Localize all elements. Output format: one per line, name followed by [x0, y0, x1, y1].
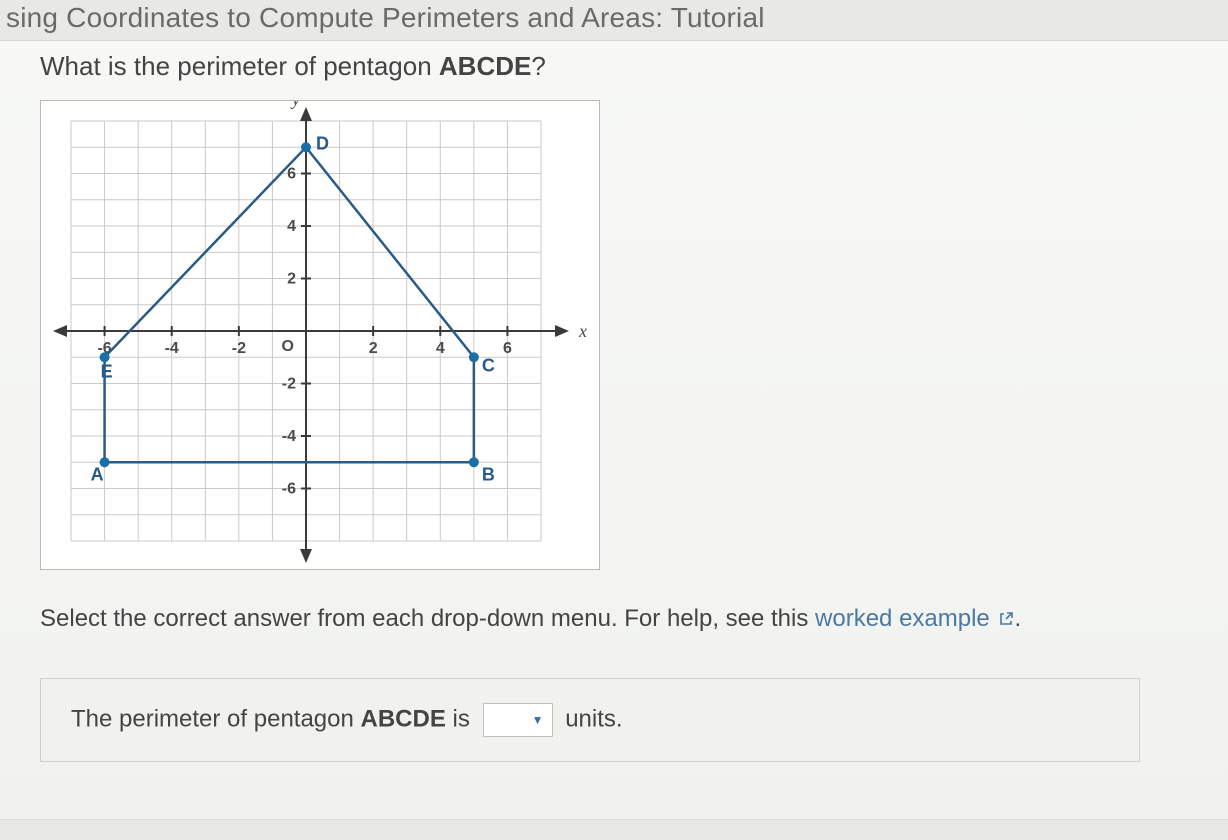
answer-shape: ABCDE	[361, 705, 446, 732]
coordinate-grid-chart: -6-4-2246-6-4-2246OxyABCDE	[40, 100, 600, 570]
svg-text:4: 4	[436, 340, 445, 357]
chevron-down-icon: ▼	[532, 713, 544, 727]
instruction-prefix: Select the correct answer from each drop…	[40, 605, 815, 632]
question-suffix: ?	[531, 51, 545, 81]
svg-text:-4: -4	[282, 428, 296, 445]
svg-text:4: 4	[287, 218, 296, 235]
svg-text:6: 6	[503, 340, 512, 357]
content-panel: What is the perimeter of pentagon ABCDE?…	[0, 40, 1228, 820]
question-shape: ABCDE	[439, 51, 531, 81]
svg-text:2: 2	[369, 340, 378, 357]
svg-text:6: 6	[287, 166, 296, 183]
question-prefix: What is the perimeter of pentagon	[40, 51, 439, 81]
svg-text:-2: -2	[232, 340, 246, 357]
answer-box: The perimeter of pentagon ABCDE is ▼ uni…	[40, 678, 1140, 762]
svg-text:x: x	[578, 321, 587, 341]
svg-text:-6: -6	[282, 481, 296, 498]
svg-text:C: C	[482, 355, 495, 375]
answer-units: units.	[565, 705, 622, 732]
svg-text:D: D	[316, 133, 329, 153]
worked-example-link[interactable]: worked example	[815, 605, 1014, 632]
instruction-trailing: .	[1014, 605, 1021, 632]
svg-text:A: A	[91, 464, 104, 484]
instruction-text: Select the correct answer from each drop…	[40, 601, 1208, 638]
answer-line: The perimeter of pentagon ABCDE is ▼ uni…	[71, 703, 1109, 737]
chart-svg: -6-4-2246-6-4-2246OxyABCDE	[41, 101, 601, 571]
question-text: What is the perimeter of pentagon ABCDE?	[40, 51, 1208, 82]
svg-text:B: B	[482, 464, 495, 484]
worked-example-label: worked example	[815, 605, 990, 632]
svg-text:2: 2	[287, 271, 296, 288]
answer-prefix: The perimeter of pentagon	[71, 705, 361, 732]
svg-text:E: E	[101, 361, 113, 381]
page-title: sing Coordinates to Compute Perimeters a…	[0, 0, 1228, 34]
svg-text:y: y	[290, 101, 300, 109]
svg-text:O: O	[282, 338, 294, 355]
perimeter-dropdown[interactable]: ▼	[483, 703, 553, 737]
svg-text:-2: -2	[282, 376, 296, 393]
answer-mid: is	[446, 705, 470, 732]
svg-text:-4: -4	[165, 340, 179, 357]
external-link-icon	[998, 602, 1014, 638]
